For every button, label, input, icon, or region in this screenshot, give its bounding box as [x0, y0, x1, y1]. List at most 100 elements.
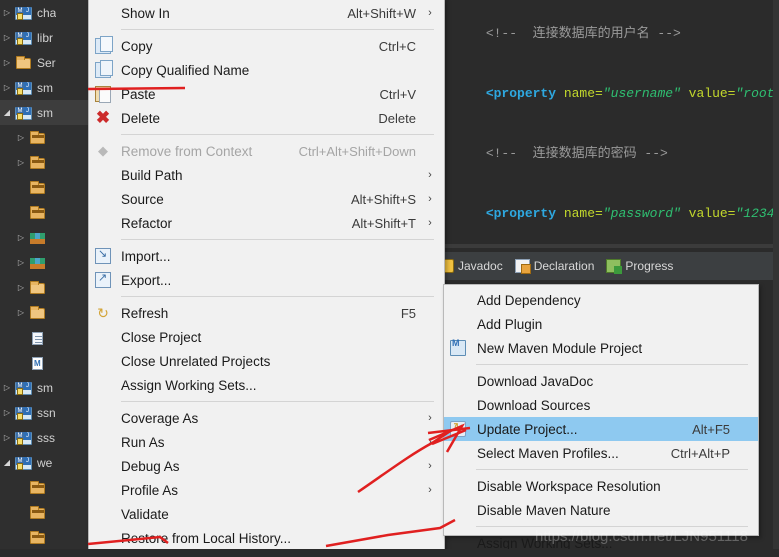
tree-expand-arrow-icon[interactable]: ▷ [0, 58, 14, 67]
code-value: "root [735, 86, 775, 101]
menu-item-refactor[interactable]: Refactor Alt+Shift+T › [89, 211, 444, 235]
tree-item[interactable] [0, 500, 88, 525]
tab-javadoc[interactable]: Javadoc [439, 259, 503, 273]
package-folder-icon [28, 130, 48, 146]
menu-item-download-javadoc[interactable]: Download JavaDoc [444, 369, 758, 393]
tree-item[interactable] [0, 175, 88, 200]
maven-submenu[interactable]: Add Dependency Add Plugin New Maven Module… [443, 284, 759, 551]
menu-item-label: Profile As [121, 482, 179, 498]
menu-item-debug-as[interactable]: Debug As › [89, 454, 444, 478]
tab-declaration[interactable]: Declaration [514, 259, 595, 274]
java-project-icon: MJ [14, 5, 34, 21]
tree-expand-arrow-icon[interactable]: ◢ [0, 458, 14, 467]
project-explorer-tree[interactable]: ▷MJcha▷MJlibr▷Ser▷MJsm◢MJsm▷▷▷▷▷▷▷MJsm▷M… [0, 0, 88, 557]
tree-item[interactable]: ▷ M Jlibr [0, 25, 88, 50]
menu-item-validate[interactable]: Validate [89, 502, 444, 526]
tree-expand-arrow-icon[interactable]: ▷ [14, 133, 28, 142]
menu-item-assign-working-sets[interactable]: Assign Working Sets... [89, 373, 444, 397]
maven-java-project-icon: MJ [14, 455, 34, 471]
tree-expand-arrow-icon[interactable]: ▷ [0, 433, 14, 442]
menu-item-label: Close Project [121, 329, 202, 345]
copy-qualified-name-icon [95, 60, 113, 78]
refresh-icon: ↻ [97, 305, 109, 321]
menu-item-label: Add Plugin [477, 316, 543, 332]
tree-expand-arrow-icon[interactable]: ▷ [14, 283, 28, 292]
tab-progress[interactable]: Progress [606, 259, 673, 274]
menu-item-disable-maven-nature[interactable]: Disable Maven Nature [444, 498, 758, 522]
menu-item-shortcut: Ctrl+V [379, 86, 416, 102]
tree-item[interactable]: ▷ M Jsm [0, 75, 88, 100]
project-context-menu[interactable]: Show In Alt+Shift+W › Copy Ctrl+C Copy Qualif… [88, 0, 445, 557]
package-folder-icon [28, 480, 48, 496]
menu-item-download-sources[interactable]: Download Sources [444, 393, 758, 417]
tree-item[interactable]: ▷ M Jssn [0, 400, 88, 425]
tree-item[interactable] [0, 200, 88, 225]
tree-item[interactable]: ◢ M Jsm [0, 100, 88, 125]
code-tag: <property [485, 86, 557, 101]
tree-expand-arrow-icon[interactable]: ▷ [14, 308, 28, 317]
menu-separator [121, 134, 434, 135]
tree-item[interactable] [0, 325, 88, 350]
menu-item-show-in[interactable]: Show In Alt+Shift+W › [89, 1, 444, 25]
tab-label: Declaration [533, 259, 595, 273]
menu-item-add-plugin[interactable]: Add Plugin [444, 312, 758, 336]
tree-item[interactable] [0, 525, 88, 550]
menu-item-source[interactable]: Source Alt+Shift+S › [89, 187, 444, 211]
code-line: <!-- 连接数据库的密码 --> [435, 124, 779, 184]
menu-item-refresh[interactable]: ↻ Refresh F5 [89, 301, 444, 325]
tree-expand-arrow-icon[interactable]: ▷ [14, 158, 28, 167]
menu-item-restore-from-local-history[interactable]: Restore from Local History... [89, 526, 444, 550]
menu-item-remove-from-context[interactable]: ◆ Remove from Context Ctrl+Alt+Shift+Down [89, 139, 444, 163]
menu-item-close-unrelated-projects[interactable]: Close Unrelated Projects [89, 349, 444, 373]
remove-from-context-icon: ◆ [98, 143, 108, 158]
tree-item[interactable]: ▷ [0, 250, 88, 275]
menu-item-run-as[interactable]: Run As › [89, 430, 444, 454]
tree-expand-arrow-icon[interactable]: ▷ [14, 258, 28, 267]
menu-item-select-maven-profiles[interactable]: Select Maven Profiles... Ctrl+Alt+P [444, 441, 758, 465]
tree-item[interactable]: ◢ M Jwe [0, 450, 88, 475]
menu-item-update-project[interactable]: Update Project... Alt+F5 [444, 417, 758, 441]
tree-item[interactable]: ▷ M Jcha [0, 0, 88, 25]
tree-item[interactable]: ▷ [0, 125, 88, 150]
tree-expand-arrow-icon[interactable]: ◢ [0, 108, 14, 117]
menu-item-copy[interactable]: Copy Ctrl+C [89, 34, 444, 58]
menu-item-coverage-as[interactable]: Coverage As › [89, 406, 444, 430]
menu-item-export[interactable]: Export... [89, 268, 444, 292]
menu-item-paste[interactable]: Paste Ctrl+V [89, 82, 444, 106]
menu-item-delete[interactable]: ✖ Delete Delete [89, 106, 444, 130]
tree-expand-arrow-icon[interactable]: ▷ [0, 83, 14, 92]
tree-expand-arrow-icon[interactable]: ▷ [0, 383, 14, 392]
tree-expand-arrow-icon[interactable]: ▷ [0, 33, 14, 42]
editor-vertical-scrollbar[interactable] [773, 0, 779, 557]
menu-item-profile-as[interactable]: Profile As › [89, 478, 444, 502]
tree-item[interactable]: ▷ [0, 275, 88, 300]
menu-separator [121, 296, 434, 297]
tree-item[interactable]: ▷ [0, 150, 88, 175]
tree-expand-arrow-icon[interactable]: ▷ [0, 408, 14, 417]
xml-editor-pane[interactable]: <!-- 连接数据库的用户名 --> <property name="usern… [435, 0, 779, 248]
tree-item[interactable] [0, 475, 88, 500]
tree-expand-arrow-icon[interactable]: ▷ [0, 8, 14, 17]
tree-item[interactable]: ▷ Ser [0, 50, 88, 75]
menu-item-label: Update Project... [477, 421, 578, 437]
menu-item-copy-qualified-name[interactable]: Copy Qualified Name [89, 58, 444, 82]
menu-item-disable-workspace-resolution[interactable]: Disable Workspace Resolution [444, 474, 758, 498]
tree-item[interactable] [0, 350, 88, 375]
menu-item-label: New Maven Module Project [477, 340, 643, 356]
tree-expand-arrow-icon[interactable]: ▷ [14, 233, 28, 242]
bottom-view-tabbar[interactable]: Javadoc Declaration Progress [435, 252, 779, 280]
tree-item[interactable]: ▷ M Jsm [0, 375, 88, 400]
menu-item-build-path[interactable]: Build Path › [89, 163, 444, 187]
menu-item-shortcut: Alt+Shift+T [351, 215, 416, 231]
menu-item-import[interactable]: Import... [89, 244, 444, 268]
tree-item-label: we [37, 455, 53, 470]
menu-item-add-dependency[interactable]: Add Dependency [444, 288, 758, 312]
menu-item-label: Source [121, 191, 164, 207]
tree-item[interactable]: ▷ [0, 225, 88, 250]
menu-item-new-maven-module-project[interactable]: New Maven Module Project [444, 336, 758, 360]
tree-item[interactable]: ▷ M Jsss [0, 425, 88, 450]
menu-item-close-project[interactable]: Close Project [89, 325, 444, 349]
tree-item[interactable]: ▷ [0, 300, 88, 325]
menu-item-label: Copy Qualified Name [121, 62, 250, 78]
menu-item-shortcut: Alt+Shift+W [347, 5, 416, 21]
